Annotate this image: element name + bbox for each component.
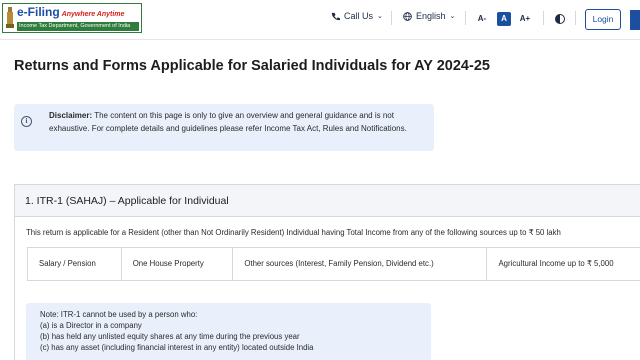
font-increase-button[interactable]: A+ (518, 12, 532, 26)
call-us-menu[interactable]: Call Us ⌄ (331, 11, 383, 21)
efiling-logo[interactable]: e-Filing Anywhere Anytime Income Tax Depa… (2, 3, 142, 33)
chevron-down-icon: ⌄ (377, 13, 383, 20)
itr1-note-box: Note: ITR-1 cannot be used by a person w… (26, 303, 431, 360)
register-button[interactable] (630, 10, 640, 30)
language-label: English (416, 11, 446, 21)
call-us-label: Call Us (344, 11, 374, 21)
itr1-description: This return is applicable for a Resident… (26, 228, 561, 237)
note-item: (c) has any asset (including financial i… (40, 343, 314, 352)
note-heading: Note: ITR-1 cannot be used by a person w… (40, 310, 198, 319)
disclaimer-box: i Disclaimer: The content on this page i… (14, 104, 434, 151)
note-item: (b) has held any unlisted equity shares … (40, 332, 300, 341)
logo-title: e-Filing (17, 5, 60, 19)
source-cell-house-property: One House Property (122, 248, 234, 280)
top-header: e-Filing Anywhere Anytime Income Tax Depa… (0, 0, 640, 40)
disclaimer-label: Disclaimer: (49, 111, 93, 120)
divider (465, 11, 466, 25)
disclaimer-body: The content on this page is only to give… (49, 111, 407, 133)
logo-tagline: Anywhere Anytime (61, 11, 125, 18)
chevron-down-icon: ⌄ (449, 13, 456, 20)
source-cell-agricultural: Agricultural Income up to ₹ 5,000 (498, 259, 614, 268)
divider (575, 11, 576, 25)
note-item: (a) is a Director in a company (40, 321, 142, 330)
source-cell-salary: Salary / Pension (28, 248, 122, 280)
itr1-title: 1. ITR-1 (SAHAJ) – Applicable for Indivi… (25, 195, 229, 207)
contrast-toggle-icon[interactable] (555, 14, 565, 24)
login-button[interactable]: Login (585, 9, 621, 30)
page-title: Returns and Forms Applicable for Salarie… (14, 58, 490, 74)
divider (543, 11, 544, 25)
globe-icon (403, 11, 412, 21)
emblem-icon (6, 7, 14, 28)
source-cell-other: Other sources (Interest, Family Pension,… (233, 248, 488, 280)
disclaimer-text: Disclaimer: The content on this page is … (49, 110, 429, 135)
font-normal-button[interactable]: A (497, 12, 511, 26)
font-decrease-button[interactable]: A- (475, 12, 489, 26)
divider (391, 11, 392, 25)
itr1-header[interactable]: 1. ITR-1 (SAHAJ) – Applicable for Indivi… (15, 185, 640, 217)
phone-icon (331, 12, 340, 20)
logo-subtitle: Income Tax Department, Government of Ind… (17, 22, 139, 31)
income-sources-table: Salary / Pension One House Property Othe… (27, 247, 640, 281)
language-selector[interactable]: English ⌄ (403, 11, 455, 21)
itr1-section: 1. ITR-1 (SAHAJ) – Applicable for Indivi… (14, 184, 640, 360)
info-icon: i (21, 116, 32, 127)
